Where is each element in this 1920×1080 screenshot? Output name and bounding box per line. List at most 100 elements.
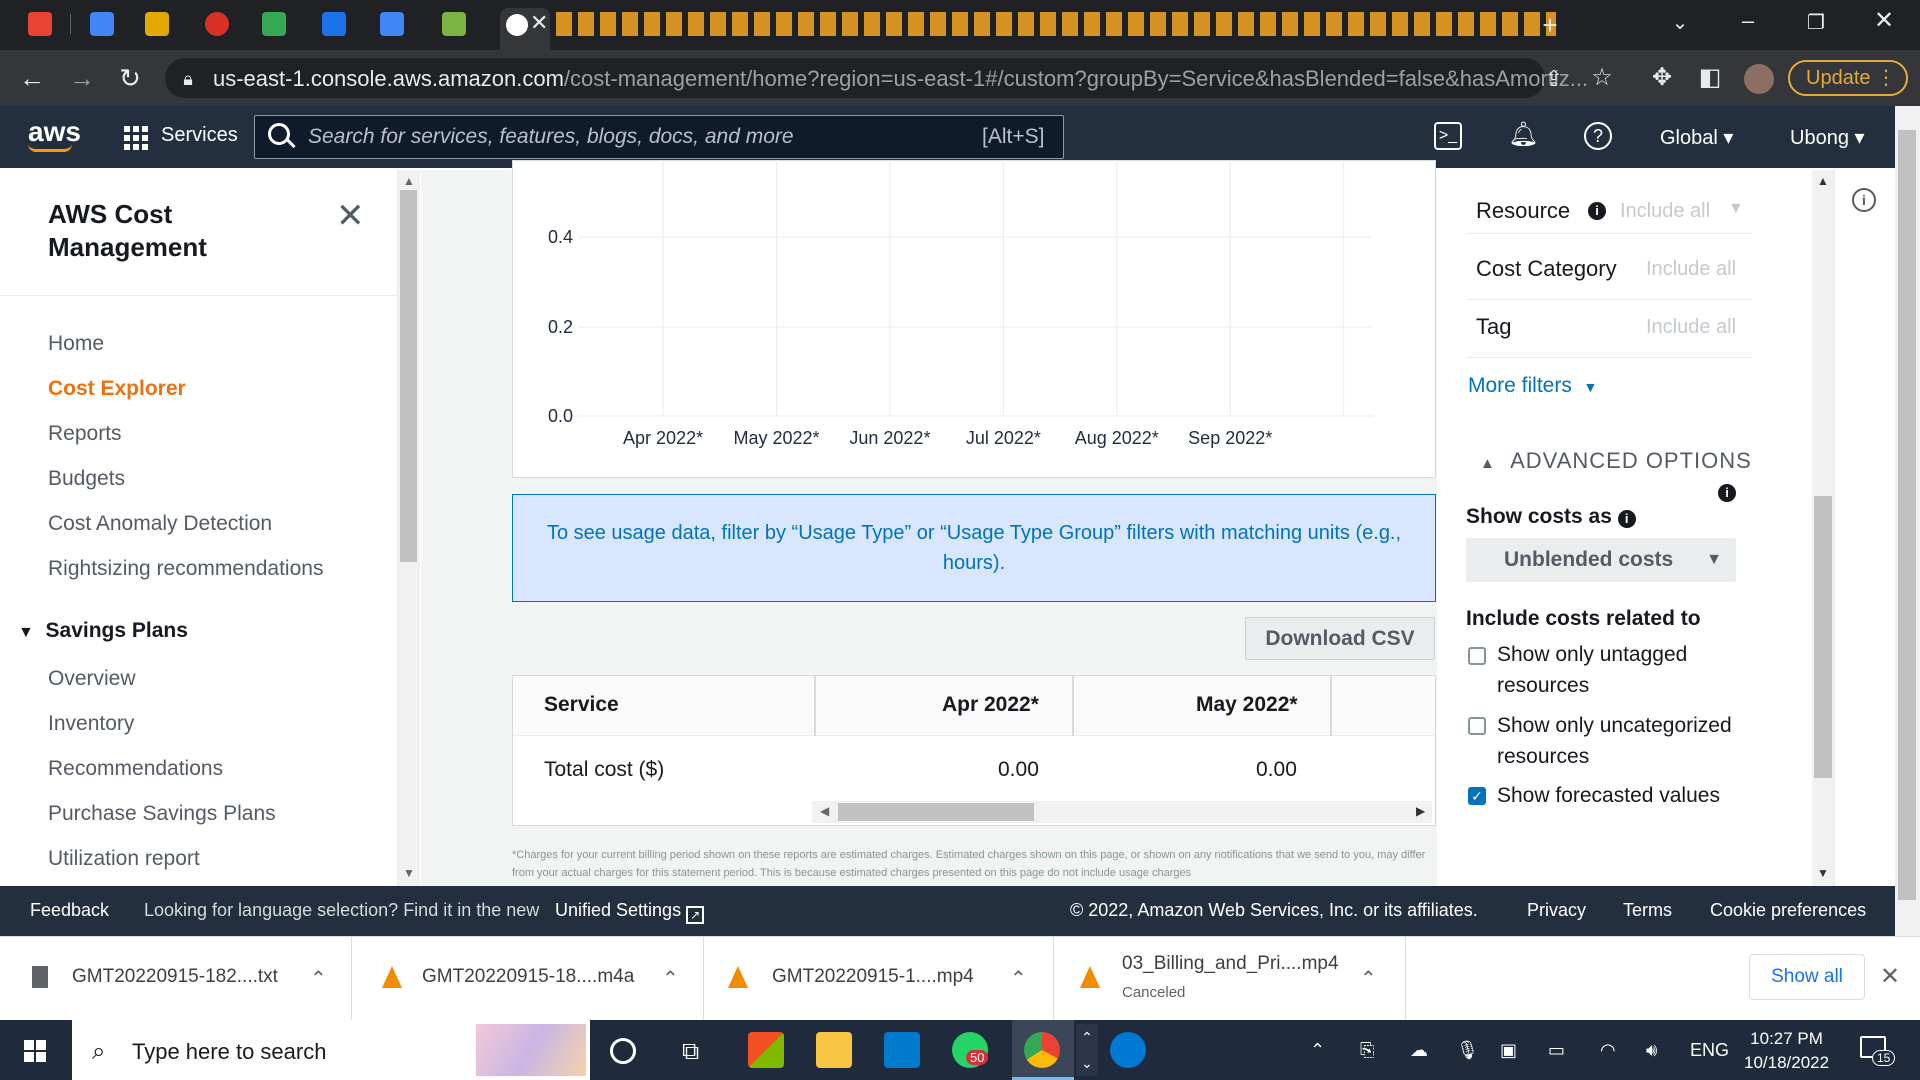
cloudshell-icon[interactable]: >_ [1434, 122, 1462, 150]
table-header-may[interactable]: May 2022* [1196, 693, 1298, 717]
sidebar-item-rightsizing[interactable]: Rightsizing recommendations [48, 557, 323, 581]
tab-icon[interactable] [262, 12, 286, 36]
tab-icon[interactable] [145, 12, 169, 36]
scroll-down-arrow-icon[interactable]: ▼ [403, 866, 415, 880]
column-divider[interactable] [814, 676, 816, 736]
tray-app-icon[interactable]: ▣ [1500, 1040, 1517, 1061]
info-icon[interactable]: i [1588, 202, 1606, 220]
active-tab[interactable]: ✕ [500, 8, 550, 50]
privacy-link[interactable]: Privacy [1527, 900, 1586, 921]
forecasted-checkbox[interactable]: ✓ [1468, 787, 1486, 805]
forecasted-label[interactable]: Show forecasted values [1497, 780, 1720, 811]
onedrive-icon[interactable]: ☁ [1410, 1040, 1428, 1061]
info-panel-icon[interactable]: i [1852, 188, 1876, 212]
docs-tab-icon[interactable] [380, 12, 404, 36]
column-divider[interactable] [1330, 676, 1332, 736]
chevron-up-icon[interactable]: ⌃ [310, 966, 327, 991]
cookie-preferences-link[interactable]: Cookie preferences [1710, 900, 1866, 921]
scroll-right-arrow-icon[interactable]: ▶ [1416, 804, 1425, 818]
taskbar-scroll-icon[interactable]: ⌃ ⌄ [1076, 1024, 1098, 1076]
forward-icon[interactable]: → [66, 63, 98, 93]
more-filters-link[interactable]: More filters ▼ [1468, 374, 1597, 398]
scroll-up-arrow-icon[interactable]: ▲ [1817, 174, 1829, 188]
sidebar-item-cost-explorer[interactable]: Cost Explorer [48, 377, 186, 401]
scroll-down-arrow-icon[interactable]: ▼ [1817, 866, 1829, 880]
close-download-shelf-icon[interactable]: ✕ [1880, 962, 1900, 991]
calendar-tab-icon[interactable] [90, 12, 114, 36]
sidebar-item-budgets[interactable]: Budgets [48, 467, 125, 491]
update-button[interactable]: Update ⋮ [1788, 60, 1908, 96]
microphone-icon[interactable]: 🎙︎ [1456, 1040, 1479, 1061]
meet-now-icon[interactable]: ⎘ [1360, 1040, 1374, 1061]
panel-scrollbar-thumb[interactable] [1814, 496, 1832, 778]
system-clock[interactable]: 10:27 PM 10/18/2022 [1744, 1027, 1829, 1075]
profile-avatar[interactable] [1744, 64, 1774, 94]
file-explorer-icon[interactable] [816, 1032, 852, 1068]
info-icon[interactable]: i [1617, 510, 1636, 528]
help-icon[interactable]: ? [1584, 122, 1612, 150]
info-icon[interactable]: i [1718, 484, 1736, 502]
battery-icon[interactable]: ▭ [1548, 1040, 1565, 1061]
advanced-options-toggle[interactable]: ▲ ADVANCED OPTIONS [1480, 448, 1752, 474]
cortana-icon[interactable] [610, 1038, 636, 1064]
chrome-icon[interactable] [1024, 1032, 1060, 1068]
table-scrollbar-thumb[interactable] [838, 803, 1034, 821]
tab-search-icon[interactable]: ⌄ [1664, 8, 1696, 38]
download-item[interactable]: 03_Billing_and_Pri....mp4 Canceled ⌃ [1054, 936, 1406, 1020]
lock-icon[interactable]: 🔒︎ [172, 64, 204, 94]
column-divider[interactable] [1072, 676, 1074, 736]
sidebar-item-recommendations[interactable]: Recommendations [48, 757, 223, 781]
notifications-bell-icon[interactable]: 🔔︎ [1508, 120, 1538, 149]
sidebar-item-overview[interactable]: Overview [48, 667, 136, 691]
close-tab-icon[interactable]: ✕ [530, 10, 548, 36]
pinned-tabs-strip[interactable] [556, 12, 1556, 36]
untagged-label[interactable]: Show only untagged resources [1497, 639, 1757, 701]
new-tab-icon[interactable]: + [1534, 10, 1566, 40]
language-indicator[interactable]: ENG [1690, 1040, 1729, 1061]
sidebar-item-cost-anomaly-detection[interactable]: Cost Anomaly Detection [48, 512, 272, 536]
untagged-checkbox[interactable] [1468, 647, 1486, 665]
back-icon[interactable]: ← [16, 63, 48, 93]
close-sidebar-icon[interactable]: ✕ [336, 196, 365, 236]
share-icon[interactable]: ⇪ [1538, 64, 1570, 94]
table-header-service[interactable]: Service [544, 693, 619, 717]
table-header-apr[interactable]: Apr 2022* [942, 693, 1039, 717]
filter-tag-row[interactable]: Tag Include all [1466, 304, 1752, 358]
download-csv-button[interactable]: Download CSV [1245, 617, 1435, 660]
services-grid-icon[interactable] [124, 126, 148, 150]
task-view-icon[interactable]: ⧉ [682, 1038, 699, 1066]
savings-plans-section[interactable]: ▼ Savings Plans [18, 619, 188, 643]
chevron-up-icon[interactable]: ⌃ [1360, 966, 1377, 991]
sidebar-item-home[interactable]: Home [48, 332, 104, 356]
uncategorized-label[interactable]: Show only uncategorized resources [1497, 710, 1757, 772]
wifi-icon[interactable]: ◠ [1600, 1040, 1616, 1061]
services-menu[interactable]: Services [161, 124, 238, 147]
reload-icon[interactable]: ↻ [114, 63, 146, 93]
tray-overflow-icon[interactable]: ⌃ [1310, 1040, 1325, 1061]
page-scrollbar-thumb[interactable] [1898, 130, 1916, 900]
terms-link[interactable]: Terms [1623, 900, 1672, 921]
filter-resource-row[interactable]: Resource i Include all ▼ [1466, 186, 1752, 234]
sidebar-item-reports[interactable]: Reports [48, 422, 122, 446]
minimize-icon[interactable]: – [1732, 6, 1764, 36]
uncategorized-checkbox[interactable] [1468, 717, 1486, 735]
get-help-icon[interactable] [1110, 1032, 1146, 1068]
microsoft-store-icon[interactable] [748, 1032, 784, 1068]
download-item[interactable]: GMT20220915-1....mp4 ⌃ [704, 936, 1054, 1020]
unified-settings-link[interactable]: Unified Settings ↗ [555, 900, 705, 924]
extensions-icon[interactable]: ✥ [1646, 63, 1678, 93]
tab-icon[interactable] [322, 12, 346, 36]
sidebar-item-inventory[interactable]: Inventory [48, 712, 134, 736]
close-window-icon[interactable]: ✕ [1868, 6, 1900, 36]
chevron-up-icon[interactable]: ⌃ [1010, 966, 1027, 991]
windows-start-icon[interactable] [24, 1040, 46, 1062]
region-selector[interactable]: Global ▾ [1660, 125, 1733, 150]
scroll-left-arrow-icon[interactable]: ◀ [820, 804, 829, 818]
chevron-up-icon[interactable]: ⌃ [662, 966, 679, 991]
download-item[interactable]: GMT20220915-182....txt ⌃ [0, 936, 352, 1020]
sidebar-scrollbar-thumb[interactable] [400, 190, 417, 562]
vscode-icon[interactable] [884, 1032, 920, 1068]
sidebar-item-utilization-report[interactable]: Utilization report [48, 847, 200, 871]
sidebar-item-purchase-savings-plans[interactable]: Purchase Savings Plans [48, 802, 276, 826]
filter-cost-category-row[interactable]: Cost Category Include all [1466, 246, 1752, 300]
